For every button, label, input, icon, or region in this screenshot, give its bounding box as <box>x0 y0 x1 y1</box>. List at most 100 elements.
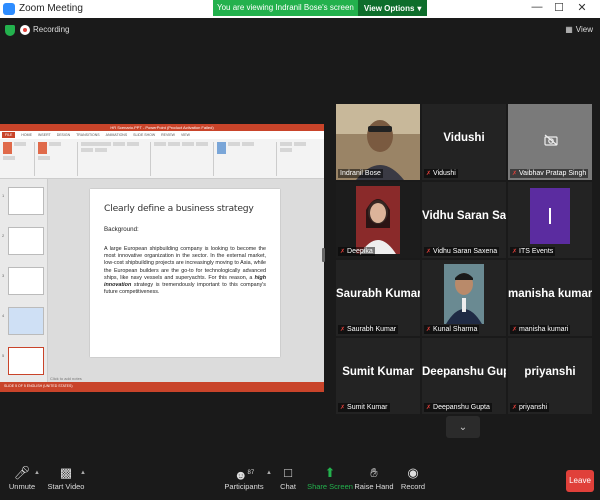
slide-thumbnail-active[interactable] <box>8 347 44 375</box>
thumb-number: 4 <box>2 313 5 318</box>
recording-label: Recording <box>33 25 70 34</box>
maximize-icon[interactable]: ☐ <box>549 1 569 14</box>
participant-name: Sumit Kumar <box>347 404 388 411</box>
ppt-ribbon: FILE HOME INSERT DESIGN TRANSITIONS ANIM… <box>0 131 324 179</box>
participant-tile[interactable]: priyanshi ✗ priyanshi <box>508 338 592 414</box>
thumb-number: 5 <box>2 353 5 358</box>
participant-tile[interactable]: Deepanshu Gupta ✗Deepanshu Gupta <box>422 338 506 414</box>
participant-label: ✗ Kunal Sharma <box>424 325 480 334</box>
leave-button[interactable]: Leave <box>566 470 594 492</box>
record-button[interactable]: ◉ Record <box>387 464 439 491</box>
panel-resize-handle[interactable] <box>322 248 325 262</box>
slide-thumbnail[interactable] <box>8 187 44 215</box>
chevron-down-icon: ⌄ <box>458 421 468 433</box>
encryption-shield-icon[interactable] <box>5 25 15 36</box>
window-title: Zoom Meeting <box>19 3 83 14</box>
ribbon-tab: TRANSITIONS <box>76 133 100 137</box>
ribbon-tab: HOME <box>21 133 32 137</box>
thumb-number: 1 <box>2 193 5 198</box>
mic-off-icon: ✗ <box>512 171 518 177</box>
slides-group <box>38 142 78 176</box>
slide-thumbnail[interactable] <box>8 267 44 295</box>
participant-label: Indranil Bose <box>338 169 383 178</box>
view-label: View <box>575 25 593 34</box>
view-button[interactable]: ▦ View <box>565 25 593 34</box>
mic-off-icon: ✗ <box>340 327 346 333</box>
slide-thumbnails: 1 2 3 4 5 <box>0 179 48 382</box>
mic-off-icon: ✗ <box>512 249 518 255</box>
current-slide: Clearly define a business strategy Backg… <box>90 189 280 357</box>
participant-display-name: Deepanshu Gupta <box>422 366 506 378</box>
participant-display-name: Vidhu Saran Sa... <box>422 210 506 222</box>
participant-tile[interactable]: Indranil Bose <box>336 104 420 180</box>
participant-label: ✗ Vidushi <box>424 169 458 178</box>
participant-name: Deepanshu Gupta <box>433 404 490 411</box>
clipboard-group <box>3 142 35 176</box>
record-icon: ◉ <box>407 465 419 480</box>
grid-icon: ▦ <box>565 25 573 34</box>
slide-canvas: Clearly define a business strategy Backg… <box>48 179 324 382</box>
editing-group <box>280 142 310 176</box>
participant-display-name: manisha kumari <box>508 288 592 300</box>
participant-label: ✗ ITS Events <box>510 247 556 256</box>
para-text: A large European shipbuilding company is… <box>104 246 266 281</box>
participant-name: ITS Events <box>519 248 554 255</box>
ribbon-tabs: FILE HOME INSERT DESIGN TRANSITIONS ANIM… <box>0 131 324 139</box>
video-options-caret-icon[interactable]: ▲ <box>80 470 86 476</box>
status-bar: Recording ▦ View <box>0 18 600 44</box>
slide-thumbnail[interactable] <box>8 227 44 255</box>
start-video-button[interactable]: ▩ Start Video <box>40 464 92 491</box>
participant-label: ✗ priyanshi <box>510 403 550 412</box>
participant-tile[interactable]: Sumit Kumar ✗ Sumit Kumar <box>336 338 420 414</box>
recording-icon <box>20 25 30 35</box>
participant-label: ✗ Sumit Kumar <box>338 403 390 412</box>
gallery-next-page-button[interactable]: ⌄ <box>446 416 480 438</box>
view-options-label: View Options <box>363 3 415 13</box>
mic-off-icon: ✗ <box>426 327 432 333</box>
mic-off-icon: ✗ <box>340 249 346 255</box>
zoom-logo-icon <box>3 3 15 15</box>
ribbon-tab: REVIEW <box>161 133 175 137</box>
shared-screen[interactable]: HR Scenario.PPT - PowerPoint (Product Ac… <box>0 124 324 392</box>
participant-tile[interactable]: ✗ Kunal Sharma <box>422 260 506 336</box>
view-options-button[interactable]: View Options ▾ <box>357 0 428 16</box>
mic-off-icon: ✗ <box>426 171 432 177</box>
participant-tile[interactable]: Vidhu Saran Sa... ✗Vidhu Saran Saxena <box>422 182 506 258</box>
participant-label: ✗ Vidhu Saran Saxena <box>424 247 500 256</box>
mic-off-icon: ✗ <box>426 249 432 255</box>
participant-tile[interactable]: ✗ Deepika <box>336 182 420 258</box>
participant-tile[interactable]: manisha kumari ✗ manisha kumari <box>508 260 592 336</box>
ribbon-groups <box>0 139 324 179</box>
mic-off-icon: ✗ <box>512 405 518 411</box>
chevron-down-icon: ▾ <box>417 3 422 13</box>
chat-label: Chat <box>280 482 296 491</box>
participant-tile[interactable]: Vidushi ✗ Vidushi <box>422 104 506 180</box>
avatar-initial-icon <box>549 208 551 224</box>
participant-name: Deepika <box>347 248 373 255</box>
close-icon[interactable]: ✕ <box>572 1 592 14</box>
ribbon-tab: FILE <box>2 132 16 138</box>
participant-tile[interactable]: ✗ ITS Events <box>508 182 592 258</box>
participant-display-name: Vidushi <box>443 132 485 144</box>
participant-display-name: Saurabh Kumar <box>336 288 420 300</box>
participant-label: ✗ Vaibhav Pratap Singh <box>510 169 589 178</box>
participant-name: Vidushi <box>433 170 456 177</box>
thumb-number: 3 <box>2 273 5 278</box>
participant-label: ✗ Saurabh Kumar <box>338 325 399 334</box>
ppt-status-bar: SLIDE 5 OF 5 ENGLISH (UNITED STATES) <box>0 382 324 392</box>
slide-title: Clearly define a business strategy <box>104 203 254 214</box>
participant-label: ✗ Deepika <box>338 247 375 256</box>
camera-off-icon <box>544 134 558 146</box>
minimize-icon[interactable]: — <box>527 1 547 13</box>
participant-name: manisha kumari <box>519 326 569 333</box>
ribbon-tab: DESIGN <box>56 133 71 137</box>
participant-name: Kunal Sharma <box>433 326 478 333</box>
mic-off-icon: ✗ <box>426 405 432 411</box>
ribbon-tab: SLIDE SHOW <box>133 133 156 137</box>
slide-thumbnail[interactable] <box>8 307 44 335</box>
participant-avatar <box>530 188 570 244</box>
participant-tile[interactable]: Saurabh Kumar ✗ Saurabh Kumar <box>336 260 420 336</box>
meeting-toolbar: 🎤︎ Unmute ▲ ▩ Start Video ▲ ☻87 Particip… <box>0 458 600 500</box>
participant-name: Vidhu Saran Saxena <box>433 248 498 255</box>
participant-tile[interactable]: ✗ Vaibhav Pratap Singh <box>508 104 592 180</box>
